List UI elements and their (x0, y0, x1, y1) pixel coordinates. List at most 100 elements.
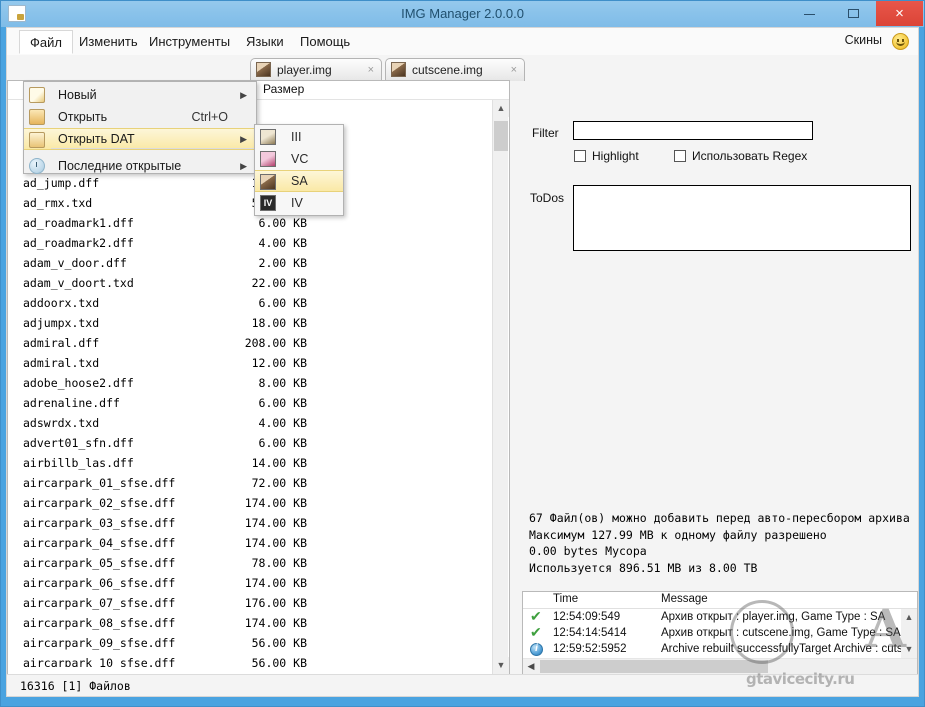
file-row[interactable]: adam_v_doort.txd 22.00 KB (9, 273, 493, 293)
file-row[interactable]: ad_roadmark2.dff 4.00 KB (9, 233, 493, 253)
file-row[interactable]: aircarpark_07_sfse.dff 176.00 KB (9, 593, 493, 613)
todos-textarea[interactable] (573, 185, 911, 251)
submenu-item-iii[interactable]: III (255, 126, 343, 148)
file-row[interactable]: advert01_sfn.dff 6.00 KB (9, 433, 493, 453)
scrollbar-thumb[interactable] (494, 121, 508, 151)
file-row[interactable]: admiral.dff 208.00 KB (9, 333, 493, 353)
file-row[interactable]: ad_roadmark1.dff 6.00 KB (9, 213, 493, 233)
file-row[interactable]: adswrdx.txd 4.00 KB (9, 413, 493, 433)
checkbox-box[interactable] (674, 150, 686, 162)
file-row[interactable]: ad_rmx.txd52.00 KB (9, 193, 493, 213)
submenu-item-label: VC (291, 152, 309, 166)
file-row[interactable]: aircarpark_04_sfse.dff 174.00 KB (9, 533, 493, 553)
file-size: 12.00 KB (251, 356, 307, 370)
file-name: admiral.dff (23, 336, 100, 350)
file-list[interactable]: acwinch1b_sfs01.dffacwinch1b_sfs02.dffad… (9, 93, 493, 667)
file-size: 176.00 KB (244, 596, 307, 610)
submenu-item-vc[interactable]: VC (255, 148, 343, 170)
scroll-up-icon[interactable]: ▲ (493, 100, 509, 117)
menu-edit[interactable]: Изменить (69, 30, 148, 53)
tab-label: cutscene.img (412, 63, 483, 77)
file-row[interactable]: adrenaline.dff 6.00 KB (9, 393, 493, 413)
file-row[interactable]: aircarpark_09_sfse.dff 56.00 KB (9, 633, 493, 653)
scroll-up-icon[interactable]: ▲ (901, 609, 917, 626)
file-name: aircarpark_08_sfse.dff (23, 616, 176, 630)
log-rows[interactable]: 12:54:09:549 Архив открыт : player.img, G… (523, 609, 901, 659)
menu-file[interactable]: Файл (19, 30, 73, 54)
file-row[interactable]: aircarpark_10_sfse.dff 56.00 KB (9, 653, 493, 667)
file-row[interactable]: addoorx.txd 6.00 KB (9, 293, 493, 313)
file-size: 4.00 KB (258, 236, 307, 250)
tab-player-img[interactable]: player.img × (250, 58, 382, 81)
gta4-icon: IV (260, 195, 276, 211)
menu-item-new[interactable]: Новый ▶ (24, 84, 256, 106)
file-size: 6.00 KB (258, 396, 307, 410)
tab-cutscene-img[interactable]: cutscene.img × (385, 58, 525, 81)
skins-label[interactable]: Скины (845, 33, 882, 47)
menu-help[interactable]: Помощь (290, 30, 360, 53)
log-horizontal-scrollbar[interactable]: ◀ (523, 658, 917, 674)
file-row[interactable]: adjumpx.txd 18.00 KB (9, 313, 493, 333)
log-column-time[interactable]: Time (553, 593, 578, 605)
new-document-icon (29, 87, 45, 103)
file-size: 174.00 KB (244, 576, 307, 590)
filter-input[interactable] (573, 121, 813, 140)
submenu-arrow-icon: ▶ (240, 90, 247, 100)
file-row[interactable]: adam_v_door.dff 2.00 KB (9, 253, 493, 273)
log-row[interactable]: 12:59:52:5952 Archive rebuilt successfull… (523, 641, 901, 657)
scroll-left-icon[interactable]: ◀ (523, 659, 539, 674)
file-size: 78.00 KB (251, 556, 307, 570)
tab-close-icon[interactable]: × (511, 59, 517, 82)
close-button[interactable]: × (876, 1, 923, 26)
info-line: Используется 896.51 MB из 8.00 ТВ (529, 560, 758, 575)
maximize-button[interactable] (831, 1, 875, 26)
log-row[interactable]: 12:54:09:549 Архив открыт : player.img, G… (523, 609, 901, 625)
file-name: airbillb_las.dff (23, 456, 134, 470)
minimize-button[interactable] (787, 1, 831, 26)
menu-item-open[interactable]: Открыть Ctrl+O (24, 106, 256, 128)
log-row[interactable]: 12:54:14:5414 Архив открыт : cutscene.img… (523, 624, 901, 641)
file-size: 174.00 KB (244, 616, 307, 630)
menu-item-recent[interactable]: Последние открытые ▶ (24, 155, 256, 177)
log-vertical-scrollbar[interactable]: ▲ ▼ (901, 609, 917, 658)
log-time: 12:54:14:5414 (553, 627, 627, 639)
file-row[interactable]: aircarpark_02_sfse.dff 174.00 KB (9, 493, 493, 513)
checkbox-box[interactable] (574, 150, 586, 162)
file-name: aircarpark_01_sfse.dff (23, 476, 176, 490)
submenu-item-iv[interactable]: IV IV (255, 192, 343, 214)
file-row[interactable]: admiral.txd 12.00 KB (9, 353, 493, 373)
dat-submenu: III VC SA IV IV (254, 124, 344, 216)
scroll-down-icon[interactable]: ▼ (901, 641, 917, 658)
archive-icon (256, 62, 271, 77)
file-list-scrollbar[interactable]: ▲ ▼ (492, 100, 509, 674)
submenu-item-label: SA (291, 174, 308, 188)
log-message: Archive rebuilt successfullyTarget Archi… (661, 643, 901, 655)
file-row[interactable]: aircarpark_06_sfse.dff 174.00 KB (9, 573, 493, 593)
file-row[interactable]: aircarpark_08_sfse.dff 174.00 KB (9, 613, 493, 633)
menu-tools[interactable]: Инструменты (139, 30, 240, 53)
file-row[interactable]: airbillb_las.dff 14.00 KB (9, 453, 493, 473)
highlight-label: Highlight (592, 149, 639, 163)
menu-separator (51, 148, 254, 149)
file-size: 2.00 KB (258, 256, 307, 270)
file-dropdown-menu: Новый ▶ Открыть Ctrl+O Открыть DAT ▶ Последние… (23, 81, 257, 174)
file-size: 72.00 KB (251, 476, 307, 490)
gta3-icon (260, 129, 276, 145)
tab-close-icon[interactable]: × (368, 59, 374, 82)
file-size: 56.00 KB (251, 636, 307, 650)
menu-languages[interactable]: Языки (236, 30, 294, 53)
smiley-icon[interactable] (892, 33, 909, 50)
status-bar: 16316 [1] Файлов (7, 674, 918, 696)
right-panel: Filter Highlight Использовать Regex ToDo… (512, 80, 918, 675)
file-row[interactable]: aircarpark_03_sfse.dff 174.00 KB (9, 513, 493, 533)
file-row[interactable]: aircarpark_01_sfse.dff 72.00 KB (9, 473, 493, 493)
file-row[interactable]: adobe_hoose2.dff 8.00 KB (9, 373, 493, 393)
log-message: Архив открыт : player.img, Game Type : S… (661, 611, 886, 623)
scroll-down-icon[interactable]: ▼ (493, 657, 509, 674)
submenu-item-sa[interactable]: SA (255, 170, 343, 192)
menu-item-dat[interactable]: Открыть DAT ▶ (24, 128, 256, 150)
file-row[interactable]: aircarpark_05_sfse.dff 78.00 KB (9, 553, 493, 573)
log-column-message[interactable]: Message (661, 593, 708, 605)
scrollbar-thumb[interactable] (540, 660, 768, 673)
file-name: aircarpark_05_sfse.dff (23, 556, 176, 570)
